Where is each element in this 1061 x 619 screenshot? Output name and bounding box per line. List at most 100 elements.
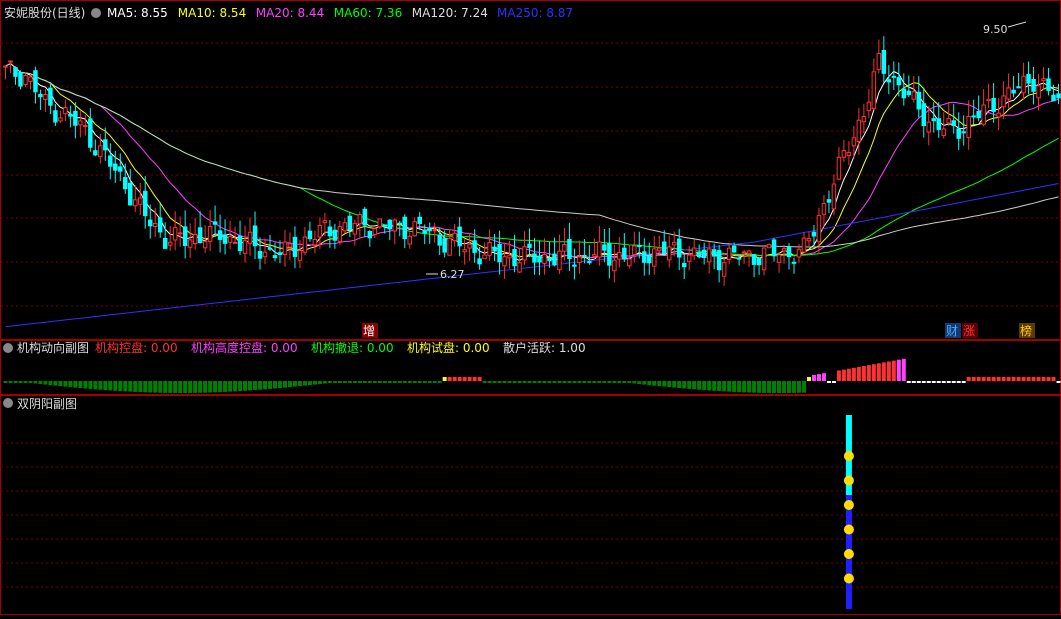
candle-body [187, 239, 193, 248]
candle-body [287, 243, 293, 248]
sub1-bar [78, 381, 83, 388]
sub1-bar [747, 381, 752, 393]
sub1-bar [742, 381, 747, 393]
candle-body [93, 150, 98, 156]
signal-dot [843, 451, 854, 461]
candle-body [38, 93, 43, 98]
candle-body [826, 199, 832, 203]
sub1-bar [971, 377, 976, 381]
event-tag-zeng[interactable]: 增 [362, 323, 378, 338]
sub1-bar [103, 381, 108, 391]
candle-body [417, 216, 422, 225]
sub1-dropdown-icon[interactable] [3, 343, 13, 353]
signal-dot [843, 500, 854, 510]
candle-body [437, 234, 442, 246]
sub1-bar [267, 381, 272, 389]
candle-body [522, 246, 527, 261]
sub1-bar [312, 381, 317, 385]
sub1-bar [58, 381, 63, 387]
candle-body [128, 182, 133, 206]
candle-body [1051, 94, 1056, 102]
candle-body [382, 224, 388, 227]
sub1-bar [437, 381, 442, 383]
sub1-bar [752, 381, 757, 393]
sub1-bar [886, 361, 891, 381]
candle-body [996, 112, 1001, 118]
event-tag-cai[interactable]: 财 [945, 323, 961, 338]
sub1-bar [317, 381, 322, 385]
candle-body [622, 247, 627, 260]
ma-legend-item: MA20: 8.44 [256, 6, 324, 20]
candle-body [666, 246, 672, 261]
sub1-bar [228, 381, 233, 392]
sub1-legend-item: 机构高度控盘: 0.00 [191, 340, 298, 355]
candle-body [172, 227, 178, 241]
candle-body [652, 248, 657, 267]
candle-body [162, 237, 168, 249]
sub1-bar [1011, 377, 1016, 381]
sub1-bar [208, 381, 213, 393]
sub1-bar [188, 381, 193, 393]
sub1-bar [48, 381, 53, 386]
ma-legend-item: MA60: 7.36 [334, 6, 402, 20]
sub1-bar [243, 381, 248, 391]
candle-body [322, 220, 328, 224]
signal-dot [843, 524, 854, 535]
candle-body [242, 240, 248, 254]
sub1-bar [866, 365, 871, 381]
sub1-bar [836, 370, 841, 381]
candle-body [88, 118, 93, 148]
candle-body [118, 166, 123, 172]
sub1-bar [602, 381, 607, 383]
sub1-bar [362, 381, 367, 383]
sub1-bar [687, 381, 692, 389]
sub1-bar [956, 381, 961, 383]
candle-body [881, 49, 887, 74]
sub1-bar [457, 377, 462, 381]
sub2-dropdown-icon[interactable] [3, 398, 13, 408]
sub1-bar [677, 381, 682, 388]
candle-body [981, 104, 986, 125]
candle-body [911, 91, 917, 100]
candle-body [167, 241, 173, 246]
sub1-bar [702, 381, 707, 391]
sub1-bar [507, 381, 512, 383]
candle-body [487, 241, 492, 256]
candle-body [806, 238, 812, 242]
candle-body [951, 120, 956, 127]
sub1-bar [951, 381, 956, 383]
candle-body [442, 238, 447, 253]
low-price-label: 6.27 [440, 268, 465, 281]
candle-body [337, 226, 343, 242]
sub1-bar [123, 381, 128, 392]
candle-body [182, 226, 188, 246]
candle-body [103, 139, 108, 151]
sub1-bar [632, 381, 637, 384]
sub1-bar [562, 381, 567, 383]
sub1-bar [906, 381, 911, 383]
sub1-bar [672, 381, 677, 388]
settings-dropdown-icon[interactable] [91, 8, 101, 18]
sub1-bar [502, 381, 507, 383]
sub1-legend-item: 散户活跃: 1.00 [503, 340, 586, 355]
candle-body [931, 118, 936, 122]
sub1-bar [392, 381, 397, 383]
sub1-bar [492, 381, 497, 383]
event-tag-bang[interactable]: 榜 [1019, 323, 1035, 338]
ma-legend-item: MA10: 8.54 [178, 6, 246, 20]
sub1-bar [981, 377, 986, 381]
sub1-bar [43, 381, 48, 385]
candle-body [547, 257, 552, 262]
sub1-bar [547, 381, 552, 383]
sub1-bar [8, 381, 13, 383]
candle-body [701, 249, 707, 259]
candle-body [78, 120, 83, 126]
sub1-bar [417, 381, 422, 383]
event-tag-zhang[interactable]: 涨 [962, 323, 978, 338]
candle-body [776, 254, 782, 263]
candle-body [891, 75, 897, 78]
sub1-bar [223, 381, 228, 392]
sub1-bar [921, 381, 926, 383]
ma10-line [5, 63, 1059, 259]
sub1-bar [387, 381, 392, 383]
